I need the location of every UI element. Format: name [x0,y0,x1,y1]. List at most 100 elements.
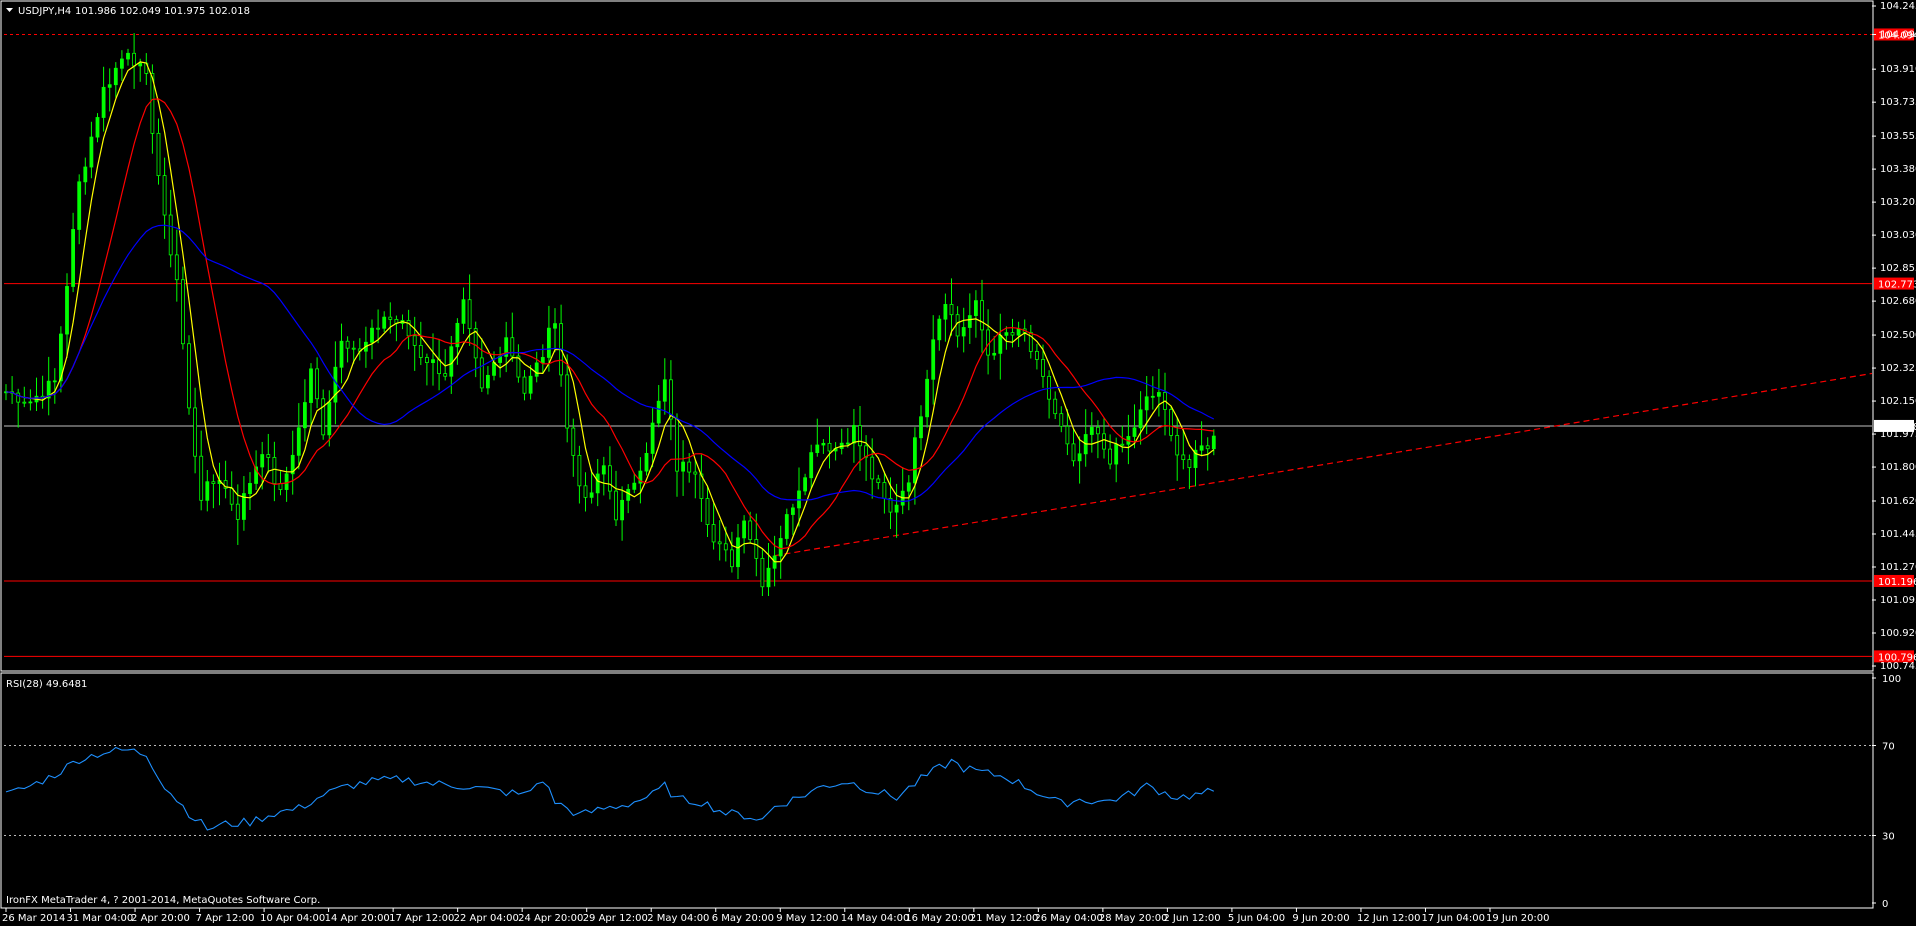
candle-body [412,335,417,346]
candle-body [138,62,143,67]
chart-canvas[interactable]: 104.094102.773101.196100.796102.018 104.… [0,0,1916,926]
trendline-layer[interactable] [774,372,1873,557]
time-tick-label: 17 Jun 04:00 [1421,913,1485,924]
candle-body [760,557,765,588]
candle-body [675,418,679,472]
candle-body [784,514,789,539]
time-tick-label: 29 Apr 12:00 [583,913,648,924]
candle-body [199,455,204,501]
candle-body [376,327,381,330]
time-tick-label: 19 Jun 20:00 [1486,913,1550,924]
candle-body [266,454,271,458]
candle-body [1096,426,1100,435]
price-tick-label: 101.095 [1880,595,1916,606]
rsi-tick-label: 30 [1882,832,1895,843]
candle-body [870,456,875,480]
time-tick-label: 16 May 20:00 [905,913,974,924]
candle-body [1053,398,1058,415]
candle-body [687,461,692,473]
candle-body [931,339,936,380]
candle-body [315,368,320,400]
time-tick-label: 7 Apr 12:00 [196,913,255,924]
price-tick-label: 101.800 [1880,462,1916,473]
candle-body [229,487,234,505]
time-tick-label: 5 Jun 04:00 [1228,913,1285,924]
candle-body [467,299,472,330]
time-tick-label: 9 May 12:00 [776,913,838,924]
candle-body [925,378,929,418]
price-panel-frame [0,0,1874,672]
price-tick-label: 103.735 [1880,97,1916,108]
triangle-down-icon[interactable] [6,8,13,12]
candle-body [778,538,783,557]
time-tick-label: 14 Apr 20:00 [325,913,390,924]
time-tick-label: 24 Apr 20:00 [518,913,583,924]
candle-body [156,132,161,177]
time-tick-label: 21 May 12:00 [970,913,1039,924]
candle-body [717,541,722,545]
candle-body [443,373,448,377]
candle-body [101,86,106,118]
candle-body [656,400,661,424]
time-tick-label: 2 Apr 20:00 [131,913,190,924]
candle-body [16,392,21,403]
candle-body [77,181,82,230]
price-tick-label: 102.150 [1880,396,1916,407]
candle-body [83,166,88,183]
candle-body [998,334,1003,354]
candle-body [614,490,618,521]
candle-body [461,299,466,324]
candle-body [418,345,423,358]
candle-body [1205,445,1210,450]
candle-body [180,279,185,345]
candle-body [1157,392,1161,397]
price-tick-label: 104.245 [1880,1,1916,12]
price-tick-label: 103.030 [1880,230,1916,241]
time-tick-label: 26 May 04:00 [1034,913,1103,924]
candle-body [1114,443,1119,465]
candle-body [492,362,496,376]
price-tick-label: 102.855 [1880,263,1916,274]
candle-body [120,58,124,69]
candle-body [1199,445,1204,451]
candle-body [327,401,332,436]
price-tick-label: 102.500 [1880,330,1916,341]
candle-body [382,316,387,329]
candle-body [644,453,649,472]
trendline[interactable] [774,372,1873,557]
candle-body [1211,435,1216,450]
candle-body [791,507,795,515]
candle-body [424,357,429,364]
candle-body [437,359,442,375]
candle-body [370,327,374,343]
candle-body [95,117,100,138]
candle-body [1132,427,1137,437]
time-tick-label: 22 Apr 04:00 [454,913,519,924]
candle-body [126,52,130,60]
candle-body [89,136,94,168]
price-tick-label: 103.555 [1880,131,1916,142]
price-tick-label: 104.094 [1880,29,1916,40]
candle-body [547,327,551,358]
time-tick-label: 14 May 04:00 [841,913,910,924]
candle-body [858,425,862,447]
candle-body [876,478,881,483]
candle-body [1102,433,1106,450]
candle-body [522,376,527,394]
candle-body [937,318,942,341]
candle-body [620,499,624,521]
candle-body [827,442,832,452]
candle-body [296,427,301,456]
candle-body [1004,332,1009,336]
candle-body [22,401,27,404]
candle-body [1175,435,1180,456]
candle-body [235,503,240,520]
candles-layer [4,33,1216,596]
candle-body [1010,332,1015,336]
price-tick-label: 103.205 [1880,197,1916,208]
candle-body [961,327,966,337]
candle-body [583,485,588,498]
horizontal-levels[interactable]: 104.094102.773101.196100.796102.018 [4,28,1916,663]
candle-body [967,315,972,328]
candle-body [65,286,69,335]
